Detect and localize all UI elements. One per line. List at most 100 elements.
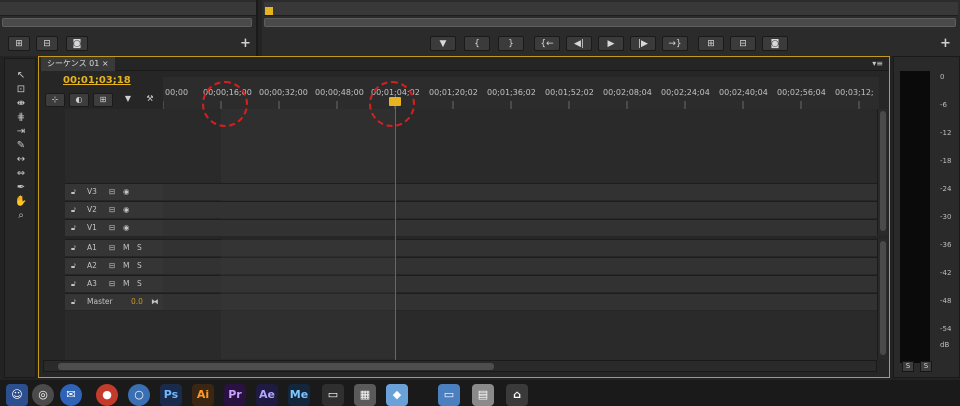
- playhead-line[interactable]: [395, 95, 396, 361]
- track-body[interactable]: [163, 184, 877, 200]
- solo-button[interactable]: S: [137, 243, 142, 252]
- overwrite-button[interactable]: ⊟: [36, 36, 58, 51]
- audio-empty-area[interactable]: [65, 311, 877, 361]
- ripple-edit-tool-icon[interactable]: ⇼: [13, 97, 29, 111]
- step-forward-button[interactable]: |▶: [630, 36, 656, 51]
- solo-left-button[interactable]: S: [902, 361, 914, 372]
- lock-icon[interactable]: 🔓︎: [71, 279, 76, 289]
- hand-tool-icon[interactable]: ✋: [13, 195, 29, 209]
- eye-icon[interactable]: ◉: [123, 223, 130, 232]
- track-row-v2[interactable]: 🔓︎ V2 ⊟ ◉: [65, 201, 877, 218]
- terminal-icon[interactable]: ▭: [322, 384, 344, 406]
- mute-button[interactable]: M: [123, 279, 129, 288]
- mute-button[interactable]: M: [123, 243, 129, 252]
- solo-right-button[interactable]: S: [920, 361, 932, 372]
- step-back-button[interactable]: ◀|: [566, 36, 592, 51]
- printer-icon[interactable]: ▤: [472, 384, 494, 406]
- insert-button[interactable]: ⊞: [8, 36, 30, 51]
- extract-button[interactable]: ⊟: [730, 36, 756, 51]
- sequence-tab[interactable]: シーケンス 01 ×: [41, 57, 115, 71]
- chrome-icon[interactable]: ●: [96, 384, 118, 406]
- toggle-output-icon[interactable]: ⊟: [109, 205, 115, 214]
- play-button[interactable]: ▶: [598, 36, 624, 51]
- solo-button[interactable]: S: [137, 261, 142, 270]
- track-row-a2[interactable]: 🔓︎ A2 ⊟ M S: [65, 257, 877, 274]
- razor-tool-icon[interactable]: ✎: [13, 139, 29, 153]
- toggle-output-icon[interactable]: ⊟: [109, 243, 115, 252]
- lock-icon[interactable]: 🔓︎: [71, 223, 76, 233]
- go-to-in-button[interactable]: {←: [534, 36, 560, 51]
- lock-icon[interactable]: 🔓︎: [71, 261, 76, 271]
- scroll-thumb[interactable]: [880, 111, 886, 231]
- master-volume-value[interactable]: 0.0: [131, 297, 143, 306]
- track-row-a3[interactable]: 🔓︎ A3 ⊟ M S: [65, 275, 877, 292]
- mark-in-button[interactable]: {: [464, 36, 490, 51]
- program-zoom-bar[interactable]: [264, 18, 956, 27]
- system-icon[interactable]: ○: [128, 384, 150, 406]
- scroll-thumb[interactable]: [58, 363, 494, 370]
- finder-icon[interactable]: ☺: [6, 384, 28, 406]
- source-zoom-bar[interactable]: [2, 18, 252, 27]
- track-row-a1[interactable]: 🔓︎ A1 ⊟ M S: [65, 239, 877, 256]
- lock-icon[interactable]: 🔓︎: [71, 297, 76, 307]
- toggle-output-icon[interactable]: ⊟: [109, 187, 115, 196]
- preview-icon[interactable]: ▦: [354, 384, 376, 406]
- wrench-icon[interactable]: ⚒: [143, 93, 157, 107]
- folder-icon[interactable]: ▭: [438, 384, 460, 406]
- track-body[interactable]: [163, 220, 877, 236]
- zoom-tool-icon[interactable]: ⌕: [13, 209, 29, 223]
- program-export-frame-button[interactable]: ◙: [762, 36, 788, 51]
- timecode-display[interactable]: 00;01;03;18: [63, 75, 131, 86]
- slide-tool-icon[interactable]: ⇔: [13, 167, 29, 181]
- track-select-tool-icon[interactable]: ⊡: [13, 83, 29, 97]
- video-empty-area[interactable]: [65, 109, 877, 183]
- go-to-out-button[interactable]: →}: [662, 36, 688, 51]
- lift-button[interactable]: ⊞: [698, 36, 724, 51]
- toggle-output-icon[interactable]: ⊟: [109, 261, 115, 270]
- rolling-edit-tool-icon[interactable]: ⋕: [13, 111, 29, 125]
- marker-icon[interactable]: ▼: [121, 93, 135, 107]
- lock-icon[interactable]: 🔓︎: [71, 205, 76, 215]
- audio-vertical-scrollbar[interactable]: [877, 239, 887, 359]
- rate-stretch-tool-icon[interactable]: ⇥: [13, 125, 29, 139]
- photos-icon[interactable]: ◆: [386, 384, 408, 406]
- program-add-button[interactable]: +: [940, 36, 951, 51]
- source-add-button[interactable]: +: [240, 36, 251, 51]
- trash-icon[interactable]: ⌂: [506, 384, 528, 406]
- selection-tool-icon[interactable]: ↖: [13, 69, 29, 83]
- illustrator-icon[interactable]: Ai: [192, 384, 214, 406]
- program-ruler[interactable]: [264, 2, 958, 16]
- mute-button[interactable]: M: [123, 261, 129, 270]
- mark-out-button[interactable]: }: [498, 36, 524, 51]
- eye-icon[interactable]: ◉: [123, 205, 130, 214]
- safari-icon[interactable]: ◎: [32, 384, 54, 406]
- mail-icon[interactable]: ✉: [60, 384, 82, 406]
- premiere-icon[interactable]: Pr: [224, 384, 246, 406]
- lock-icon[interactable]: 🔓︎: [71, 243, 76, 253]
- export-frame-button[interactable]: ◙: [66, 36, 88, 51]
- lock-icon[interactable]: 🔓︎: [71, 187, 76, 197]
- add-marker-button[interactable]: ▼: [430, 36, 456, 51]
- panel-menu-icon[interactable]: ▾≡: [872, 59, 883, 68]
- video-vertical-scrollbar[interactable]: [877, 109, 887, 235]
- source-ruler[interactable]: [0, 2, 256, 16]
- add-marker-icon[interactable]: ⊞: [93, 93, 113, 107]
- toggle-output-icon[interactable]: ⊟: [109, 279, 115, 288]
- media-encoder-icon[interactable]: Me: [288, 384, 310, 406]
- track-row-master[interactable]: 🔓︎ Master 0.0 ⧓: [65, 293, 877, 310]
- master-link-icon[interactable]: ⧓: [151, 297, 159, 306]
- photoshop-icon[interactable]: Ps: [160, 384, 182, 406]
- snap-icon[interactable]: ⊹: [45, 93, 65, 107]
- slip-tool-icon[interactable]: ↔: [13, 153, 29, 167]
- pen-tool-icon[interactable]: ✒: [13, 181, 29, 195]
- linked-selection-icon[interactable]: ◐: [69, 93, 89, 107]
- horizontal-scrollbar[interactable]: [43, 360, 877, 372]
- solo-button[interactable]: S: [137, 279, 142, 288]
- track-row-v3[interactable]: 🔓︎ V3 ⊟ ◉: [65, 183, 877, 200]
- track-row-v1[interactable]: 🔓︎ V1 ⊟ ◉: [65, 219, 877, 236]
- program-playhead-marker[interactable]: [265, 7, 273, 15]
- track-body[interactable]: [163, 202, 877, 218]
- time-ruler[interactable]: 00;00 00;00;16;00 00;00;32;00 00;00;48;0…: [163, 77, 879, 113]
- after-effects-icon[interactable]: Ae: [256, 384, 278, 406]
- scroll-thumb[interactable]: [880, 241, 886, 355]
